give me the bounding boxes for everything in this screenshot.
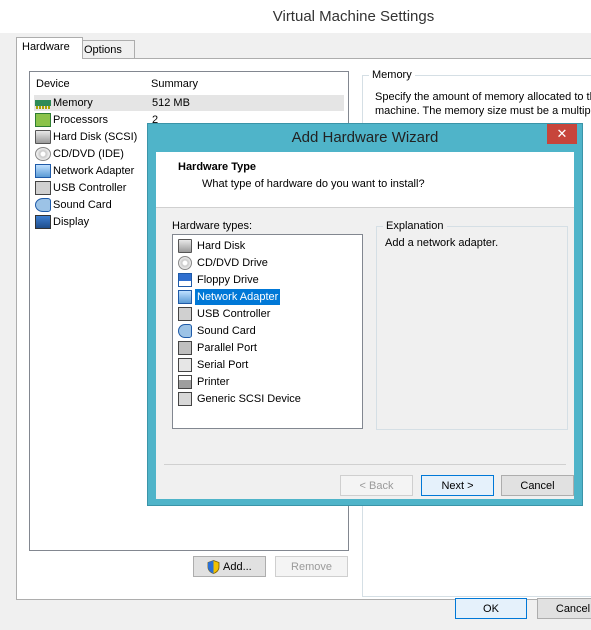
- explanation-group: Explanation Add a network adapter.: [376, 220, 568, 430]
- wizard-body: Hardware Type What type of hardware do y…: [156, 152, 574, 499]
- hw-type-label: Sound Card: [197, 325, 256, 337]
- hw-type-network-adapter[interactable]: Network Adapter: [177, 289, 357, 305]
- memory-group-legend: Memory: [369, 69, 415, 81]
- window-title: Virtual Machine Settings: [272, 8, 435, 25]
- cd-dvd-icon: [178, 256, 192, 270]
- hw-type-serial-port[interactable]: Serial Port: [177, 357, 357, 373]
- add-button-label: Add...: [223, 561, 252, 573]
- explanation-legend: Explanation: [383, 220, 447, 232]
- hw-type-label: Parallel Port: [197, 342, 257, 354]
- memory-description: Specify the amount of memory allocated t…: [375, 90, 591, 118]
- device-row-memory[interactable]: Memory 512 MB: [34, 95, 344, 111]
- remove-button[interactable]: Remove: [275, 556, 348, 577]
- cd-dvd-icon: [35, 147, 51, 161]
- uac-shield-icon: [207, 560, 220, 574]
- device-summary: 512 MB: [152, 97, 190, 109]
- hw-type-label: Floppy Drive: [197, 274, 259, 286]
- scsi-icon: [178, 392, 192, 406]
- wizard-title: Add Hardware Wizard: [291, 129, 439, 146]
- device-name: Processors: [53, 114, 109, 126]
- hw-type-floppy[interactable]: Floppy Drive: [177, 272, 357, 288]
- hardware-types-list[interactable]: Hard Disk CD/DVD Drive Floppy Drive Netw…: [172, 234, 363, 429]
- hw-type-parallel-port[interactable]: Parallel Port: [177, 340, 357, 356]
- device-name: Memory: [53, 97, 93, 109]
- cancel-button[interactable]: Cancel: [537, 598, 591, 619]
- hw-type-printer[interactable]: Printer: [177, 374, 357, 390]
- hw-type-label: Network Adapter: [195, 289, 281, 305]
- device-name: CD/DVD (IDE): [53, 148, 124, 160]
- hw-type-label: Printer: [197, 376, 230, 388]
- window-title-bar: Virtual Machine Settings: [0, 0, 591, 33]
- hw-type-usb-controller[interactable]: USB Controller: [177, 306, 357, 322]
- hw-type-label: Hard Disk: [197, 240, 246, 252]
- ok-button[interactable]: OK: [455, 598, 527, 619]
- floppy-icon: [178, 273, 192, 287]
- usb-icon: [178, 307, 192, 321]
- network-adapter-icon: [35, 164, 51, 178]
- serial-port-icon: [178, 358, 192, 372]
- wizard-step-title: Hardware Type: [178, 161, 257, 173]
- next-button[interactable]: Next >: [421, 475, 494, 496]
- hard-disk-icon: [35, 130, 51, 144]
- sound-card-icon: [35, 198, 51, 212]
- hw-type-label: USB Controller: [197, 308, 271, 320]
- wizard-cancel-button[interactable]: Cancel: [501, 475, 574, 496]
- tab-hardware[interactable]: Hardware: [16, 37, 83, 59]
- explanation-text: Add a network adapter.: [385, 237, 499, 249]
- memory-icon: [35, 96, 51, 110]
- processor-icon: [35, 113, 51, 127]
- wizard-header: Hardware Type What type of hardware do y…: [156, 152, 574, 208]
- hw-type-cd-dvd[interactable]: CD/DVD Drive: [177, 255, 357, 271]
- tab-options[interactable]: Options: [78, 40, 135, 60]
- wizard-step-subtitle: What type of hardware do you want to ins…: [202, 178, 425, 190]
- printer-icon: [178, 375, 192, 389]
- memory-description-line: machine. The memory size must be a multi…: [375, 105, 591, 117]
- usb-icon: [35, 181, 51, 195]
- device-name: Display: [53, 216, 90, 228]
- hw-type-label: CD/DVD Drive: [197, 257, 268, 269]
- memory-description-line: Specify the amount of memory allocated t…: [375, 91, 591, 103]
- add-hardware-wizard-dialog: Add Hardware Wizard ✕ Hardware Type What…: [147, 123, 583, 506]
- display-icon: [35, 215, 51, 229]
- hw-type-label: Serial Port: [197, 359, 249, 371]
- add-hardware-button[interactable]: Add...: [193, 556, 266, 577]
- wizard-divider: [164, 464, 566, 465]
- device-name: Sound Card: [53, 199, 112, 211]
- device-name: Network Adapter: [53, 165, 135, 177]
- hw-type-sound-card[interactable]: Sound Card: [177, 323, 357, 339]
- sound-card-icon: [178, 324, 192, 338]
- device-list-header: Device Summary: [30, 72, 348, 96]
- column-header-summary[interactable]: Summary: [151, 78, 198, 90]
- back-button[interactable]: < Back: [340, 475, 413, 496]
- hw-type-label: Generic SCSI Device: [197, 393, 301, 405]
- column-header-device[interactable]: Device: [36, 78, 70, 90]
- device-name: Hard Disk (SCSI): [53, 131, 138, 143]
- close-icon[interactable]: ✕: [547, 124, 577, 144]
- network-adapter-icon: [178, 290, 192, 304]
- device-name: USB Controller: [53, 182, 127, 194]
- hardware-types-label: Hardware types:: [172, 220, 253, 232]
- hw-type-hard-disk[interactable]: Hard Disk: [177, 238, 357, 254]
- hw-type-generic-scsi[interactable]: Generic SCSI Device: [177, 391, 357, 407]
- parallel-port-icon: [178, 341, 192, 355]
- hard-disk-icon: [178, 239, 192, 253]
